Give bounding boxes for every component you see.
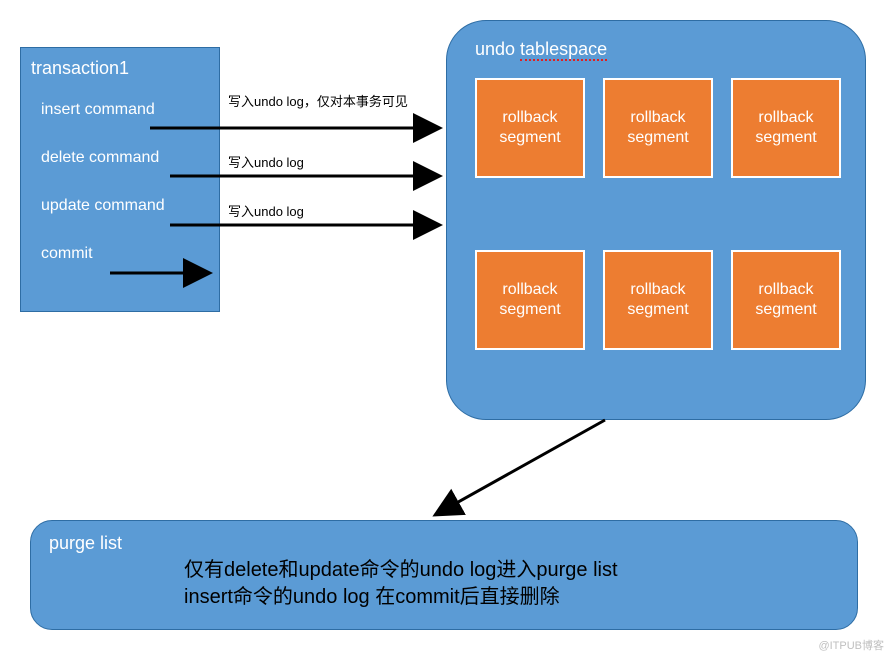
- transaction-title: transaction1: [31, 58, 219, 79]
- purge-list-body: 仅有delete和update命令的undo log进入purge list i…: [184, 557, 857, 611]
- arrow-label-update: 写入undo log: [228, 204, 304, 220]
- undo-title-word: tablespace: [520, 39, 607, 61]
- arrow-label-delete: 写入undo log: [228, 155, 304, 171]
- rollback-segment: rollbacksegment: [731, 250, 841, 350]
- undo-tablespace-box: undo tablespace rollbacksegment rollback…: [446, 20, 866, 420]
- rollback-segment: rollbacksegment: [603, 250, 713, 350]
- rollback-segment: rollbacksegment: [731, 78, 841, 178]
- rollback-segment: rollbacksegment: [475, 250, 585, 350]
- commit-command-label: commit: [41, 245, 219, 263]
- transaction-box: transaction1 insert command delete comma…: [20, 47, 220, 312]
- purge-list-box: purge list 仅有delete和update命令的undo log进入p…: [30, 520, 858, 630]
- purge-line-2: insert命令的undo log 在commit后直接删除: [184, 584, 857, 611]
- rollback-segment: rollbacksegment: [603, 78, 713, 178]
- arrow-label-insert: 写入undo log，仅对本事务可见: [228, 94, 418, 110]
- rollback-segment-grid: rollbacksegment rollbacksegment rollback…: [475, 78, 855, 350]
- watermark: @ITPUB博客: [818, 637, 884, 653]
- rollback-segment: rollbacksegment: [475, 78, 585, 178]
- purge-line-1: 仅有delete和update命令的undo log进入purge list: [184, 557, 857, 584]
- undo-tablespace-title: undo tablespace: [475, 39, 865, 60]
- arrow-undo-to-purge: [435, 420, 605, 515]
- update-command-label: update command: [41, 197, 219, 215]
- undo-title-prefix: undo: [475, 39, 520, 59]
- delete-command-label: delete command: [41, 149, 219, 167]
- segment-row-gap: [475, 196, 855, 232]
- purge-list-title: purge list: [49, 533, 857, 554]
- insert-command-label: insert command: [41, 101, 219, 119]
